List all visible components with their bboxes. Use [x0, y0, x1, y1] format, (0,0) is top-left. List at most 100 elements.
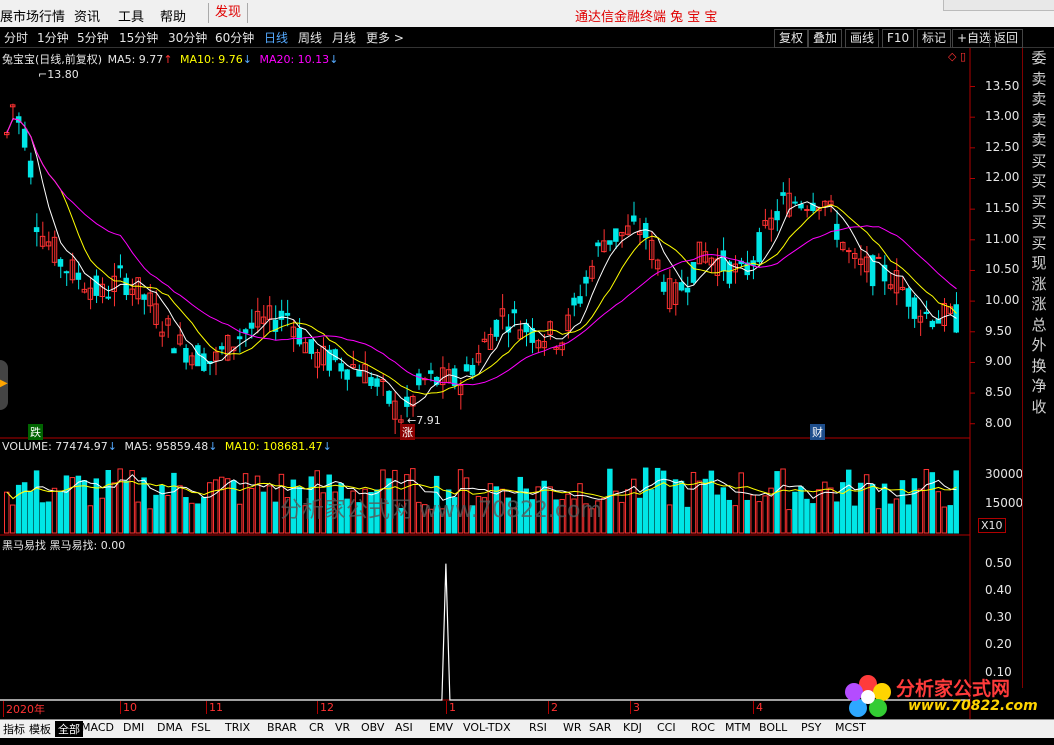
volume-bar: [893, 498, 900, 534]
indicator-tab[interactable]: RSI: [529, 721, 547, 734]
indicator-tab[interactable]: ROC: [691, 721, 715, 734]
mark-button[interactable]: 标记: [917, 29, 952, 48]
f10-button[interactable]: F10: [882, 29, 915, 48]
volume-bar: [141, 477, 147, 534]
volume-bar: [642, 467, 649, 534]
volume-bar: [153, 494, 159, 534]
price-tick-label: 9.00: [985, 354, 1012, 369]
period-tab-active[interactable]: 日线: [264, 29, 288, 46]
volume-bar: [845, 469, 852, 534]
indicator-tab[interactable]: BOLL: [759, 721, 787, 734]
volume-bar: [9, 504, 16, 534]
indicator-tab[interactable]: VR: [335, 721, 350, 734]
indicator-tab[interactable]: 模板: [29, 721, 51, 737]
price-tick-label: 10.00: [985, 293, 1020, 308]
volume-bar: [21, 482, 28, 534]
volume-bar: [272, 501, 279, 534]
volume-bar: [129, 470, 135, 534]
menu-news[interactable]: 资讯: [74, 6, 100, 25]
indicator-tab[interactable]: WR: [563, 721, 582, 734]
indicator-tab[interactable]: PSY: [801, 721, 821, 734]
indicator-tab[interactable]: DMI: [123, 721, 144, 734]
volume-tick-label: 30000: [985, 467, 1024, 482]
indicator-tab[interactable]: OBV: [361, 721, 384, 734]
overlay-button[interactable]: 叠加: [808, 29, 843, 48]
period-tab[interactable]: 1分钟: [37, 29, 69, 46]
volume-bar: [696, 480, 703, 534]
indicator-tab[interactable]: TRIX: [225, 721, 250, 734]
candle-body: [93, 275, 100, 296]
volume-bar: [851, 505, 858, 534]
indicator-tab[interactable]: MTM: [725, 721, 751, 734]
candle-body: [21, 128, 28, 148]
back-button[interactable]: 返回: [989, 29, 1024, 48]
indicator-tab[interactable]: CCI: [657, 721, 676, 734]
price-tick-label: 12.00: [985, 170, 1020, 185]
date-tick-label: 1: [446, 701, 456, 714]
candle-body: [374, 378, 380, 387]
volume-bar: [177, 485, 183, 534]
menu-tools[interactable]: 工具: [118, 6, 144, 25]
price-tick-label: 13.00: [985, 109, 1020, 124]
draw-line-button[interactable]: 画线: [845, 29, 880, 48]
candle-body: [571, 297, 577, 306]
indicator-tab[interactable]: VOL-TDX: [463, 721, 511, 734]
period-tab[interactable]: 分时: [4, 29, 28, 46]
restore-right-button[interactable]: 复权: [774, 29, 809, 48]
period-tab[interactable]: 5分钟: [77, 29, 109, 46]
volume-bar: [123, 480, 129, 534]
volume-bar: [27, 491, 34, 534]
rise-badge[interactable]: 涨: [400, 424, 415, 440]
indicator-tab[interactable]: KDJ: [623, 721, 642, 734]
side-panel-label: 换: [1031, 356, 1047, 375]
period-tab-more[interactable]: 更多 >: [366, 29, 404, 46]
volume-bar: [224, 478, 231, 534]
indicator-tab[interactable]: CR: [309, 721, 324, 734]
side-panel-label: 买: [1031, 192, 1047, 211]
period-tab[interactable]: 月线: [332, 29, 356, 46]
volume-bar: [33, 470, 40, 534]
menu-help[interactable]: 帮助: [160, 6, 186, 25]
indicator-tab[interactable]: 指标: [3, 721, 25, 737]
volume-bar: [63, 475, 70, 534]
site-logo: 分析家公式网 www.70822.com: [838, 672, 1048, 718]
period-tab[interactable]: 60分钟: [215, 29, 254, 46]
indicator-tab[interactable]: MCST: [835, 721, 866, 734]
menu-discover[interactable]: 发现: [208, 3, 249, 23]
indicator-tab[interactable]: ASI: [395, 721, 413, 734]
volume-bar: [792, 491, 798, 534]
quote-side-panel: 委卖卖卖卖买买买买买现涨涨总外换净收: [1022, 48, 1054, 688]
price-tick-label: 12.50: [985, 139, 1020, 154]
app-title: 通达信金融终端 兔 宝 宝: [575, 10, 718, 25]
finance-badge[interactable]: 财: [810, 424, 825, 440]
menu-market[interactable]: 展市场行情: [0, 6, 65, 25]
indicator-tab[interactable]: FSL: [191, 721, 210, 734]
volume-bar: [111, 482, 117, 534]
indicator-tick-label: 0.40: [985, 582, 1012, 597]
date-tick-label: 11: [206, 701, 223, 714]
indicator-tab[interactable]: DMA: [157, 721, 183, 734]
volume-bar: [935, 491, 942, 534]
volume-bar: [207, 482, 213, 534]
period-tab[interactable]: 30分钟: [168, 29, 207, 46]
date-tick-label: 2: [548, 701, 558, 714]
indicator-tab[interactable]: EMV: [429, 721, 453, 734]
left-collapse-handle[interactable]: ▶: [0, 360, 8, 410]
period-tab[interactable]: 周线: [298, 29, 322, 46]
price-tick-label: 10.50: [985, 262, 1020, 277]
side-panel-label: 总: [1031, 315, 1047, 334]
indicator-tab[interactable]: BRAR: [267, 721, 297, 734]
indicator-tab[interactable]: MACD: [81, 721, 114, 734]
volume-bar: [714, 494, 721, 534]
indicator-tab[interactable]: SAR: [589, 721, 611, 734]
indicator-tab[interactable]: 全部: [55, 721, 83, 737]
volume-bar: [4, 491, 10, 534]
period-tab[interactable]: 15分钟: [119, 29, 158, 46]
volume-bar: [708, 470, 715, 534]
fall-badge[interactable]: 跌: [28, 424, 43, 440]
price-tick-label: 13.50: [985, 78, 1020, 93]
volume-bar: [105, 470, 111, 534]
stock-chart[interactable]: [0, 48, 1022, 720]
candle-body: [684, 287, 691, 293]
window-controls[interactable]: [943, 0, 1054, 11]
